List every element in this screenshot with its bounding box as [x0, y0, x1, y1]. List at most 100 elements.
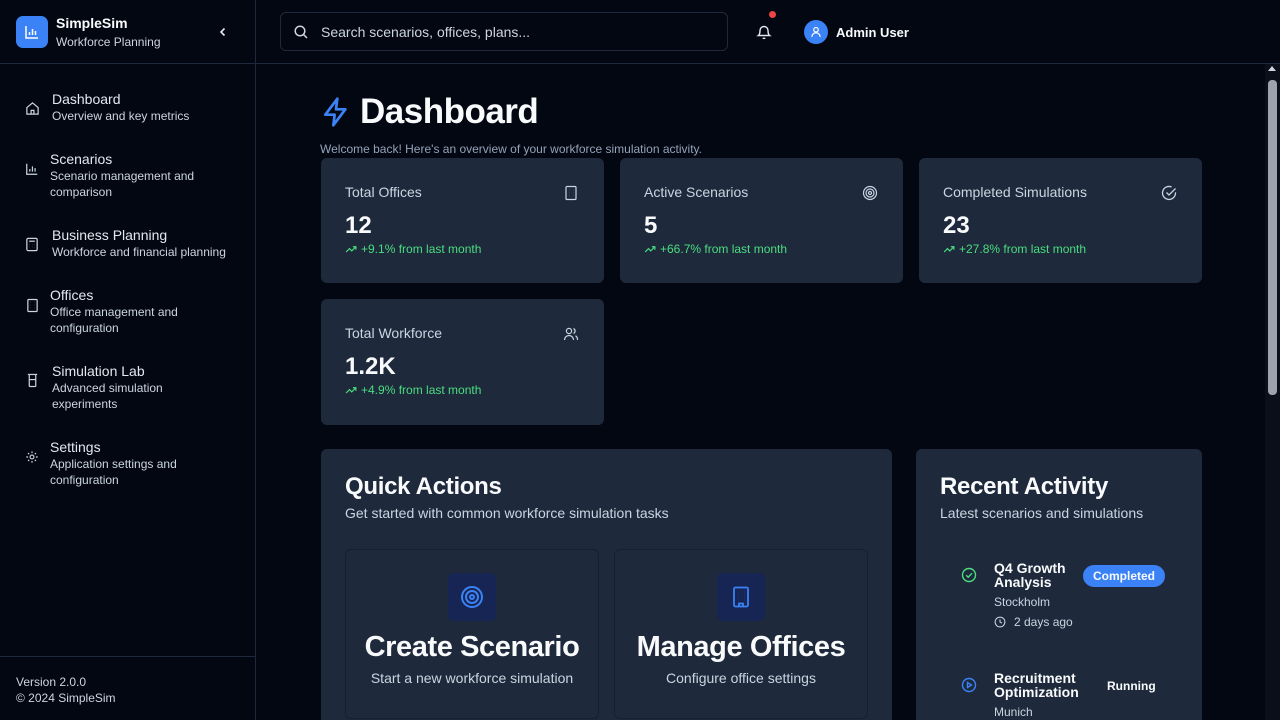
sidebar-item-desc: Scenario management and comparison: [50, 169, 195, 199]
sidebar-footer: Version 2.0.0 © 2024 SimpleSim: [0, 656, 255, 720]
beaker-icon: [24, 372, 40, 388]
calculator-icon: [24, 236, 40, 252]
stat-value: 5: [644, 212, 658, 239]
clock-icon: [994, 616, 1006, 628]
activity-item[interactable]: Q4 Growth Analysis Stockholm 2 days ago: [961, 561, 1074, 629]
stat-card-active-scenarios: Active Scenarios 5 +66.7% from last mont…: [620, 158, 903, 283]
notification-dot: [769, 11, 776, 18]
sidebar-item-label: Settings: [50, 439, 101, 455]
stat-value: 12: [345, 212, 372, 239]
user-name: Admin User: [836, 24, 909, 40]
home-icon: [24, 100, 40, 116]
stat-trend-text: +66.7% from last month: [660, 242, 788, 256]
sidebar-nav: Dashboard Overview and key metrics Scena…: [0, 64, 255, 490]
sidebar-item-business-planning[interactable]: Business Planning Workforce and financia…: [0, 224, 255, 262]
sidebar-item-desc: Office management and configuration: [50, 305, 178, 335]
bell-icon: [756, 25, 772, 40]
stat-trend-text: +9.1% from last month: [361, 242, 482, 256]
action-title: Create Scenario: [364, 631, 580, 663]
users-icon: [563, 327, 579, 341]
stat-card-total-workforce: Total Workforce 1.2K +4.9% from last mon…: [321, 299, 604, 425]
stat-label: Completed Simulations: [943, 184, 1087, 200]
sidebar-item-settings[interactable]: Settings Application settings and config…: [0, 436, 255, 490]
check-circle-icon: [1161, 185, 1177, 201]
sidebar-item-desc: Application settings and configuration: [50, 457, 177, 487]
status-badge: Completed: [1083, 565, 1166, 587]
sidebar-item-desc: Overview and key metrics: [52, 109, 190, 123]
user-icon: [811, 26, 821, 37]
stat-value: 1.2K: [345, 353, 396, 380]
bar-chart-icon: [24, 161, 40, 177]
scrollbar[interactable]: [1265, 64, 1280, 720]
target-icon: [448, 573, 496, 621]
scrollbar-thumb[interactable]: [1268, 80, 1277, 395]
app-version: Version 2.0.0: [16, 675, 87, 689]
create-scenario-button[interactable]: Create Scenario Start a new workforce si…: [345, 549, 599, 719]
sidebar-item-label: Offices: [50, 287, 94, 303]
scroll-up-arrow[interactable]: [1268, 66, 1276, 71]
trending-up-icon: [345, 387, 357, 394]
manage-offices-button[interactable]: Manage Offices Configure office settings: [614, 549, 868, 719]
stat-trend: +66.7% from last month: [644, 242, 879, 256]
sidebar-item-desc: Advanced simulation experiments: [52, 381, 163, 411]
stat-trend-text: +4.9% from last month: [361, 383, 482, 397]
lightning-icon: [324, 97, 347, 127]
page-title: Dashboard: [360, 92, 539, 131]
panel-title: Recent Activity: [940, 473, 1109, 500]
sidebar-item-label: Dashboard: [52, 91, 121, 107]
activity-location: Stockholm: [994, 595, 1051, 609]
panel-subtitle: Get started with common workforce simula…: [345, 505, 669, 521]
recent-activity-panel: Recent Activity Latest scenarios and sim…: [916, 449, 1202, 720]
status-badge: Running: [1107, 679, 1156, 693]
stat-trend: +27.8% from last month: [943, 242, 1178, 256]
sidebar-item-label: Scenarios: [50, 151, 113, 167]
quick-actions-panel: Quick Actions Get started with common wo…: [321, 449, 892, 720]
trending-up-icon: [345, 246, 357, 253]
play-circle-icon: [961, 677, 977, 693]
brand-name: SimpleSim: [56, 14, 128, 31]
building-icon: [717, 573, 765, 621]
bar-chart-icon: [16, 15, 48, 48]
avatar: [804, 20, 828, 44]
stat-trend-text: +27.8% from last month: [959, 242, 1087, 256]
sidebar-item-dashboard[interactable]: Dashboard Overview and key metrics: [0, 88, 255, 126]
panel-subtitle: Latest scenarios and simulations: [940, 505, 1144, 521]
chevron-left-icon: [219, 27, 226, 37]
target-icon: [862, 185, 878, 201]
gear-icon: [24, 449, 40, 465]
sidebar-item-simulation-lab[interactable]: Simulation Lab Advanced simulation exper…: [0, 360, 255, 414]
action-desc: Configure office settings: [666, 670, 816, 686]
main-content: Dashboard Welcome back! Here's an overvi…: [256, 64, 1265, 720]
activity-title: Q4 Growth Analysis: [994, 560, 1066, 590]
stat-trend: +4.9% from last month: [345, 383, 580, 397]
activity-item[interactable]: Recruitment Optimization Munich: [961, 671, 1084, 719]
page-subtitle: Welcome back! Here's an overview of your…: [320, 142, 702, 156]
activity-time: 2 days ago: [994, 615, 1074, 629]
sidebar-item-offices[interactable]: Offices Office management and configurat…: [0, 284, 255, 338]
activity-title: Recruitment Optimization: [994, 670, 1079, 700]
sidebar-item-label: Business Planning: [52, 227, 168, 243]
building-icon: [24, 297, 40, 313]
stat-label: Active Scenarios: [644, 184, 749, 200]
user-menu[interactable]: Admin User: [804, 20, 909, 44]
collapse-sidebar-button[interactable]: [215, 24, 231, 40]
stat-card-completed-simulations: Completed Simulations 23 +27.8% from las…: [919, 158, 1202, 283]
building-icon: [565, 185, 577, 201]
activity-location: Munich: [994, 705, 1033, 719]
search-icon: [294, 24, 308, 39]
search-box[interactable]: [280, 12, 728, 51]
sidebar-item-label: Simulation Lab: [52, 363, 145, 379]
sidebar-item-desc: Workforce and financial planning: [52, 245, 226, 259]
notifications-button[interactable]: [756, 11, 776, 40]
activity-time-text: 2 days ago: [1014, 615, 1073, 629]
stat-card-total-offices: Total Offices 12 +9.1% from last month: [321, 158, 604, 283]
brand-subtitle: Workforce Planning: [56, 34, 161, 49]
stat-label: Total Workforce: [345, 325, 442, 341]
check-circle-icon: [961, 567, 977, 583]
trending-up-icon: [943, 246, 955, 253]
sidebar-item-scenarios[interactable]: Scenarios Scenario management and compar…: [0, 148, 255, 202]
panel-title: Quick Actions: [345, 473, 502, 500]
brand-header: SimpleSim Workforce Planning: [0, 0, 255, 64]
trending-up-icon: [644, 246, 656, 253]
search-input[interactable]: [321, 23, 701, 40]
